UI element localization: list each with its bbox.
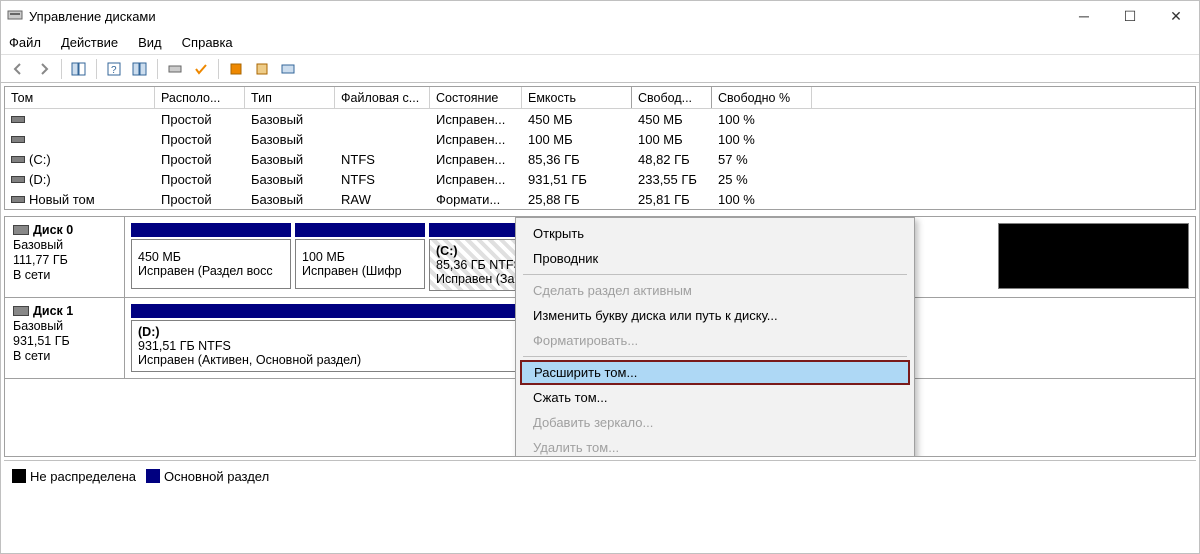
check-button[interactable] [190, 58, 212, 80]
menu-file[interactable]: Файл [9, 35, 41, 50]
volume-list: Том Располо... Тип Файловая с... Состоян… [4, 86, 1196, 210]
ctx-mirror: Добавить зеркало... [519, 410, 911, 435]
help-button[interactable]: ? [103, 58, 125, 80]
svg-text:?: ? [111, 65, 117, 76]
unallocated-space[interactable] [998, 223, 1189, 289]
volume-row[interactable]: (D:)ПростойБазовыйNTFSИсправен...931,51 … [5, 169, 1195, 189]
volume-icon [11, 116, 25, 123]
volume-row[interactable]: ПростойБазовыйИсправен...450 МБ450 МБ100… [5, 109, 1195, 129]
col-free[interactable]: Свобод... [632, 87, 712, 108]
volume-row[interactable]: (C:)ПростойБазовыйNTFSИсправен...85,36 Г… [5, 149, 1195, 169]
ctx-extend[interactable]: Расширить том... [520, 360, 910, 385]
settings-button[interactable] [164, 58, 186, 80]
disk-header: Диск 0Базовый111,77 ГБВ сети [5, 217, 125, 297]
col-capacity[interactable]: Емкость [522, 87, 632, 108]
toolbar-separator [61, 59, 62, 79]
ctx-separator [523, 356, 907, 357]
col-volume[interactable]: Том [5, 87, 155, 108]
disk-icon [13, 306, 29, 316]
minimize-button[interactable]: ─ [1061, 1, 1107, 31]
menu-view[interactable]: Вид [138, 35, 162, 50]
disk-icon [13, 225, 29, 235]
ctx-drive-letter[interactable]: Изменить букву диска или путь к диску... [519, 303, 911, 328]
show-hide-tree-button[interactable] [68, 58, 90, 80]
toolbar-separator [218, 59, 219, 79]
col-layout[interactable]: Располо... [155, 87, 245, 108]
disk-header: Диск 1Базовый931,51 ГБВ сети [5, 298, 125, 378]
partition[interactable]: 450 МБИсправен (Раздел восс [131, 239, 291, 289]
ctx-open[interactable]: Открыть [519, 221, 911, 246]
menu-bar: Файл Действие Вид Справка [1, 31, 1199, 55]
app-icon [7, 7, 23, 26]
ctx-delete: Удалить том... [519, 435, 911, 457]
col-type[interactable]: Тип [245, 87, 335, 108]
action-button-2[interactable] [251, 58, 273, 80]
col-status[interactable]: Состояние [430, 87, 522, 108]
ctx-make-active: Сделать раздел активным [519, 278, 911, 303]
toolbar: ? [1, 55, 1199, 83]
forward-button[interactable] [33, 58, 55, 80]
title-bar: Управление дисками ─ ☐ ✕ [1, 1, 1199, 31]
toolbar-separator [157, 59, 158, 79]
ctx-separator [523, 274, 907, 275]
volume-icon [11, 136, 25, 143]
disk-graphical-view: Диск 0Базовый111,77 ГБВ сети450 МБИсправ… [4, 216, 1196, 457]
volume-row[interactable]: ПростойБазовыйИсправен...100 МБ100 МБ100… [5, 129, 1195, 149]
close-button[interactable]: ✕ [1153, 1, 1199, 31]
col-fs[interactable]: Файловая с... [335, 87, 430, 108]
ctx-format: Форматировать... [519, 328, 911, 353]
col-free-pct[interactable]: Свободно % [712, 87, 812, 108]
ctx-shrink[interactable]: Сжать том... [519, 385, 911, 410]
ctx-explorer[interactable]: Проводник [519, 246, 911, 271]
volume-icon [11, 176, 25, 183]
action-button-1[interactable] [225, 58, 247, 80]
menu-help[interactable]: Справка [182, 35, 233, 50]
legend-unallocated: Не распределена [12, 467, 136, 484]
volume-icon [11, 156, 25, 163]
toolbar-separator [96, 59, 97, 79]
window-title: Управление дисками [29, 9, 1061, 24]
menu-action[interactable]: Действие [61, 35, 118, 50]
refresh-button[interactable] [129, 58, 151, 80]
maximize-button[interactable]: ☐ [1107, 1, 1153, 31]
volume-list-header: Том Располо... Тип Файловая с... Состоян… [5, 87, 1195, 109]
volume-icon [11, 196, 25, 203]
volume-row[interactable]: Новый томПростойБазовыйRAWФормати...25,8… [5, 189, 1195, 209]
action-button-3[interactable] [277, 58, 299, 80]
context-menu: Открыть Проводник Сделать раздел активны… [515, 217, 915, 457]
window-controls: ─ ☐ ✕ [1061, 1, 1199, 31]
back-button[interactable] [7, 58, 29, 80]
partition[interactable]: 100 МБИсправен (Шифр [295, 239, 425, 289]
legend-primary: Основной раздел [146, 467, 269, 484]
legend: Не распределена Основной раздел [4, 460, 1196, 490]
